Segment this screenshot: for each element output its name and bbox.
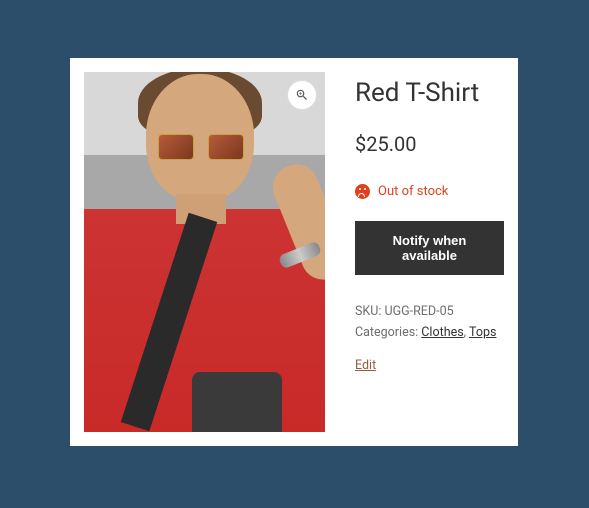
notify-button[interactable]: Notify when available — [355, 221, 504, 275]
product-card: Red T-Shirt $25.00 Out of stock Notify w… — [70, 58, 518, 446]
product-details: Red T-Shirt $25.00 Out of stock Notify w… — [355, 72, 504, 432]
categories-label: Categories: — [355, 325, 418, 340]
sku-row: SKU: UGG-RED-05 — [355, 301, 504, 322]
product-image-container — [84, 72, 325, 432]
sku-value: UGG-RED-05 — [385, 304, 454, 319]
category-link-clothes[interactable]: Clothes — [421, 325, 463, 340]
sad-face-icon — [355, 184, 370, 199]
sku-label: SKU: — [355, 304, 381, 319]
categories-row: Categories: Clothes, Tops — [355, 322, 504, 343]
stock-status: Out of stock — [355, 184, 504, 199]
stock-status-text: Out of stock — [378, 184, 448, 199]
zoom-icon[interactable] — [287, 80, 317, 110]
product-meta: SKU: UGG-RED-05 Categories: Clothes, Top… — [355, 301, 504, 344]
category-link-tops[interactable]: Tops — [469, 325, 496, 340]
product-price: $25.00 — [355, 132, 504, 156]
edit-link[interactable]: Edit — [355, 358, 376, 373]
product-title: Red T-Shirt — [355, 78, 504, 108]
product-image[interactable] — [84, 72, 325, 432]
